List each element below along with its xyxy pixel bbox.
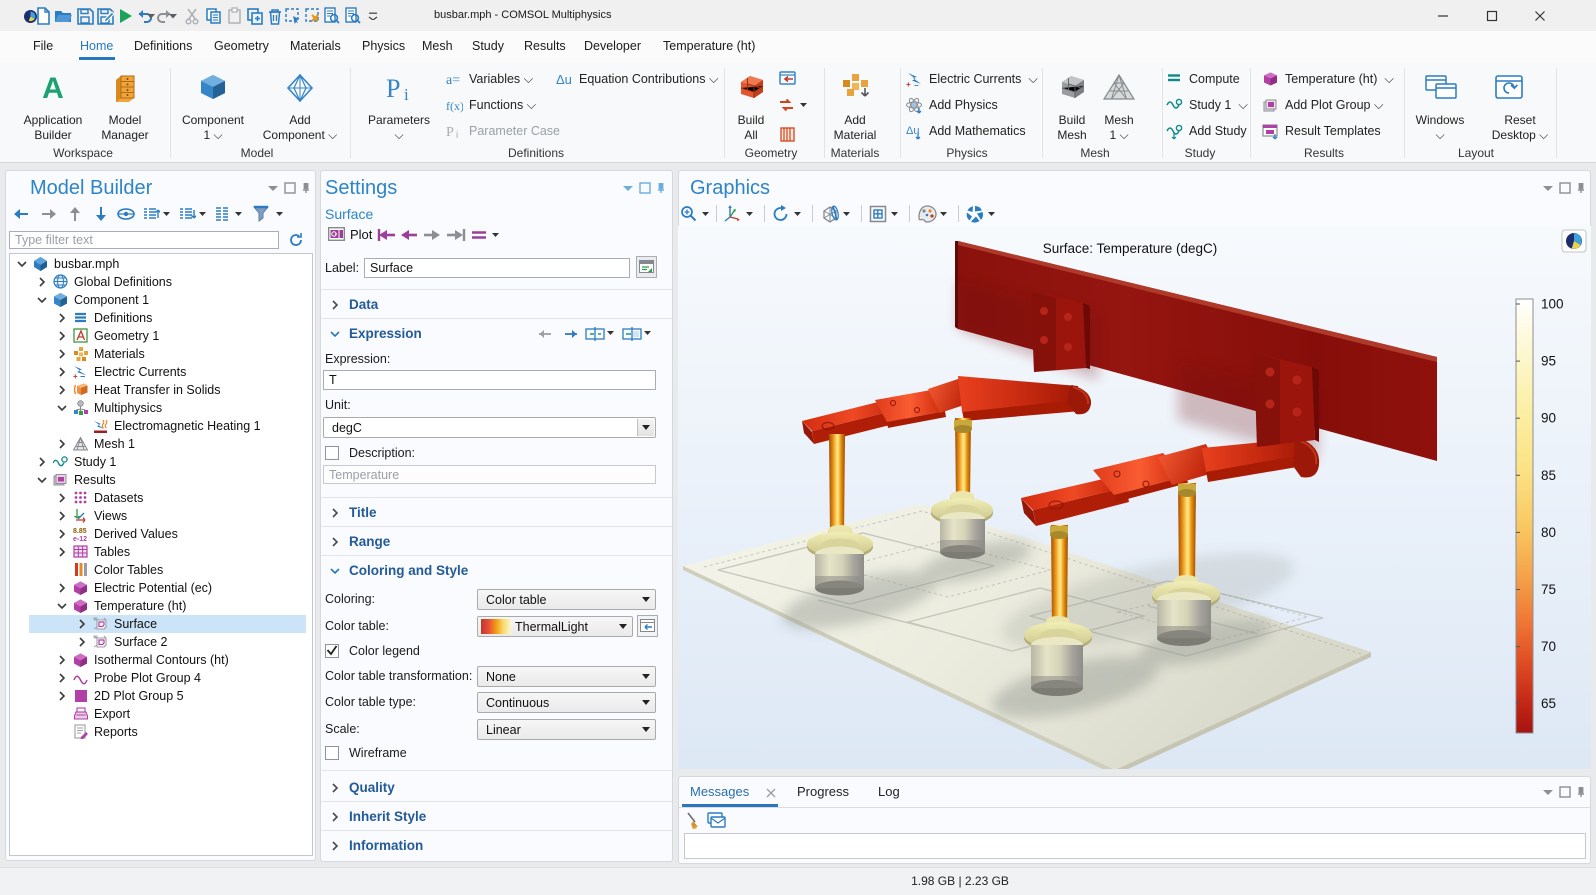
svg-text:75: 75 [1541, 582, 1556, 597]
svg-text:a=: a= [446, 73, 460, 88]
svg-text:i: i [456, 130, 458, 140]
svg-text:i: i [404, 85, 409, 103]
svg-text:90: 90 [1541, 411, 1556, 426]
svg-text:85: 85 [1541, 468, 1556, 483]
svg-text:100: 100 [1541, 297, 1564, 312]
svg-text:70: 70 [1541, 639, 1556, 654]
svg-text:65: 65 [1541, 696, 1556, 711]
svg-text:+: + [906, 80, 911, 88]
svg-text:8.85: 8.85 [73, 528, 87, 535]
svg-text:−: − [914, 81, 919, 88]
svg-text:P: P [446, 125, 454, 140]
svg-text:f(x): f(x) [446, 99, 463, 113]
svg-text:+: + [73, 372, 78, 379]
svg-text:−: − [80, 372, 85, 380]
svg-text:Δu: Δu [556, 72, 572, 87]
svg-text:80: 80 [1541, 525, 1556, 540]
svg-text:A: A [42, 73, 64, 103]
svg-text:e-12: e-12 [73, 536, 87, 541]
svg-text:95: 95 [1541, 354, 1556, 369]
svg-text:Surface: Temperature (degC): Surface: Temperature (degC) [1043, 241, 1218, 256]
svg-text:P: P [386, 74, 400, 103]
